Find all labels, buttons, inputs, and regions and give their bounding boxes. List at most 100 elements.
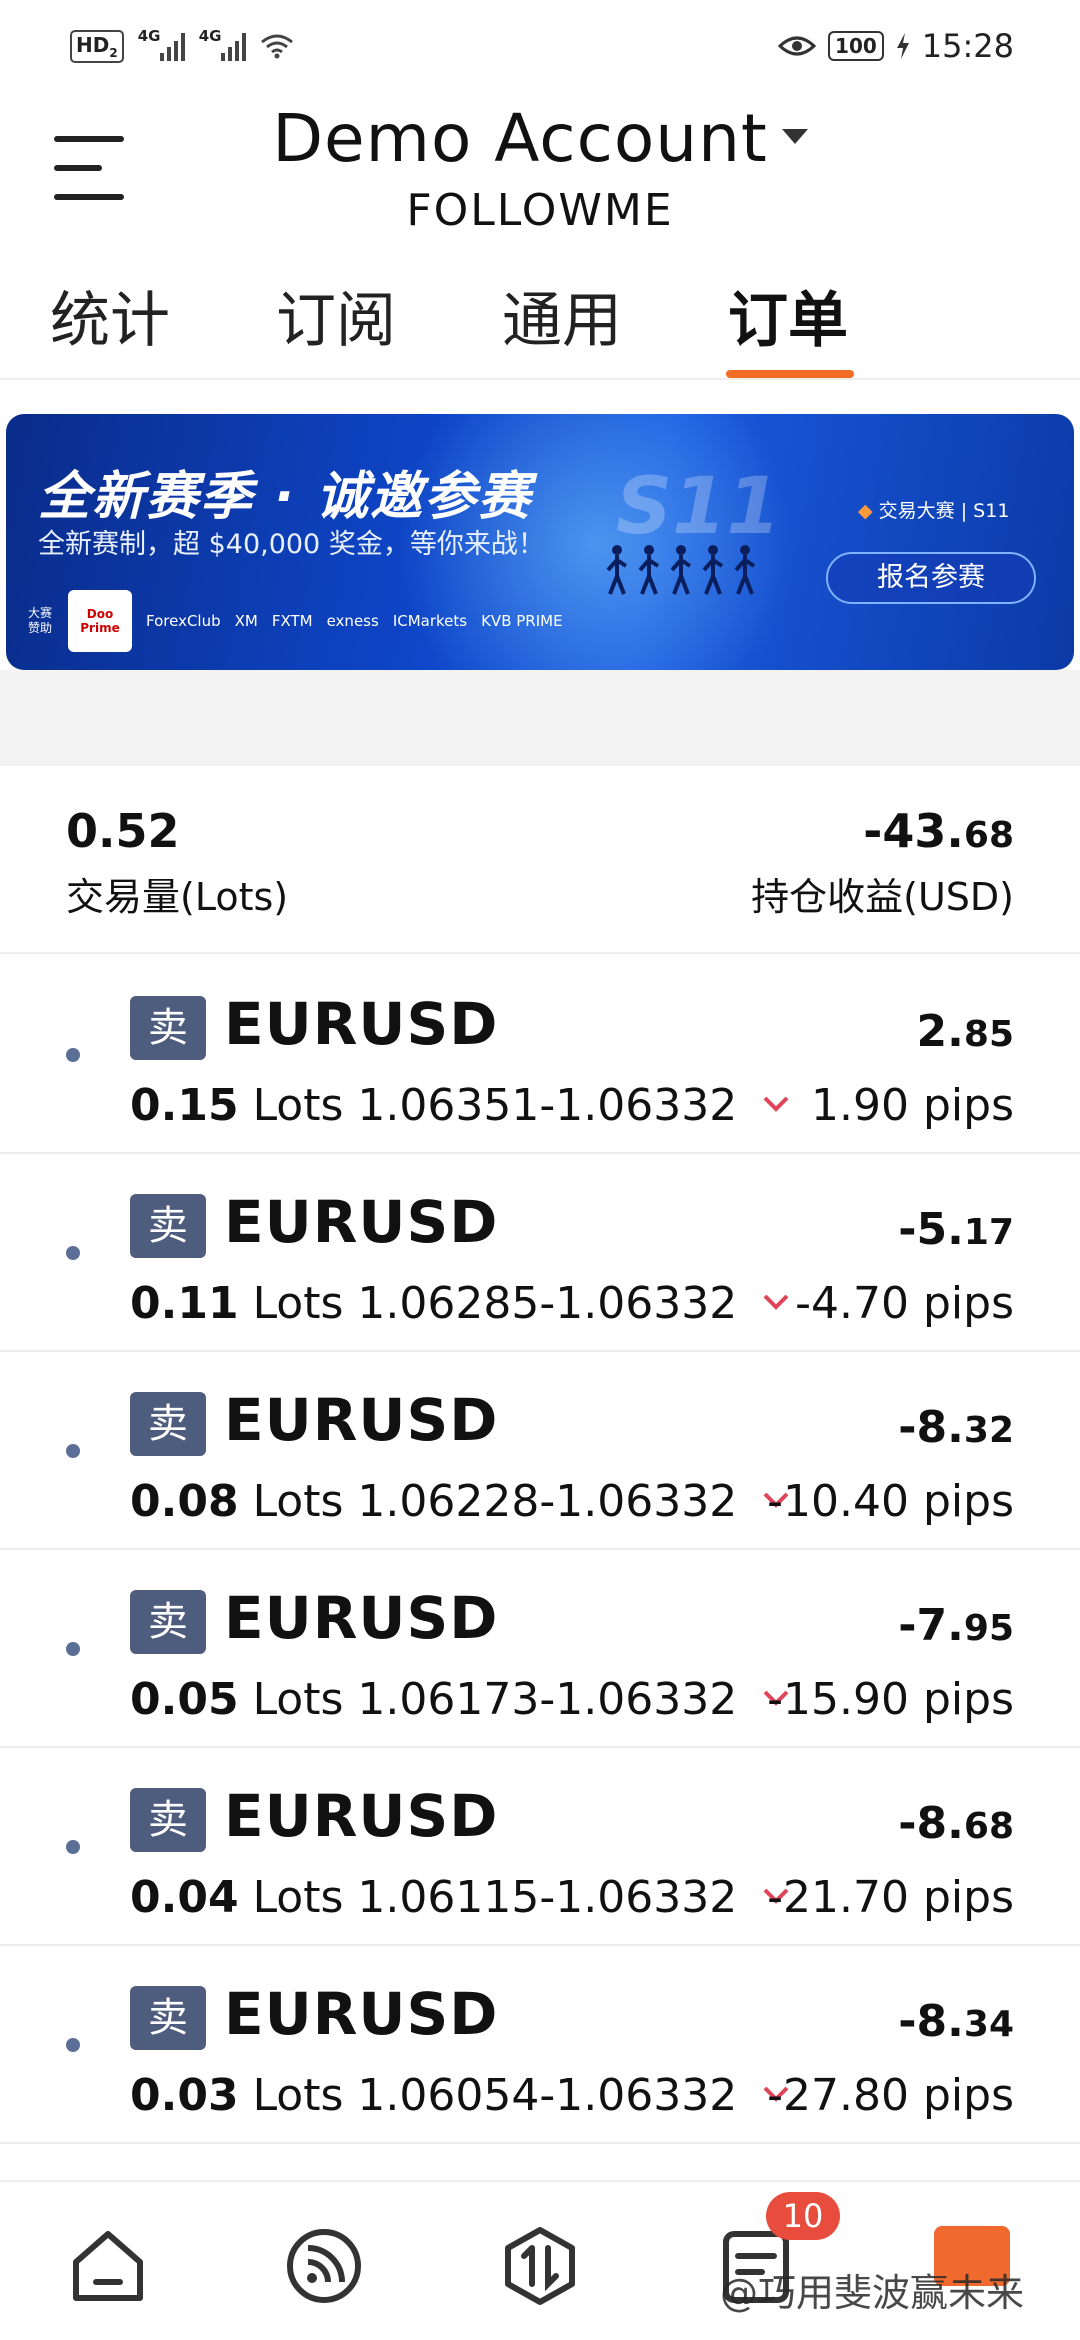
banner-season-mark: S11	[616, 462, 781, 552]
order-prices: 1.06228-1.06332	[357, 1476, 738, 1527]
trade-icon[interactable]	[500, 2226, 580, 2306]
order-pl: -8.68	[898, 1798, 1014, 1849]
order-lots: 0.08	[130, 1476, 239, 1527]
order-pl-int: -8.	[898, 1402, 964, 1453]
tab-statistics[interactable]: 统计	[50, 272, 170, 359]
order-pips: -10.40 pips	[767, 1476, 1014, 1527]
order-detail: 0.03 Lots 1.06054-1.06332	[130, 2070, 737, 2121]
order-list: 卖 EURUSD 2.85 0.15 Lots 1.06351-1.06332 …	[0, 956, 1080, 2144]
order-prices: 1.06351-1.06332	[357, 1080, 738, 1131]
side-badge: 卖	[130, 996, 206, 1060]
order-pl-int: -7.	[898, 1600, 964, 1651]
status-dot	[66, 1048, 80, 1062]
sponsor-logo-icmarkets: ICMarkets	[392, 612, 468, 630]
network-label-2: 4G	[198, 27, 222, 45]
order-pips: -27.80 pips	[767, 2070, 1014, 2121]
order-lots-unit: Lots	[252, 1278, 344, 1329]
account-subtitle: FOLLOWME	[406, 185, 674, 236]
order-pl-int: 2.	[916, 1006, 964, 1057]
position-summary: 0.52 交易量(Lots) -43.68 持仓收益(USD)	[0, 766, 1080, 954]
order-prices: 1.06285-1.06332	[357, 1278, 738, 1329]
order-row[interactable]: 卖 EURUSD -7.95 0.05 Lots 1.06173-1.06332…	[0, 1550, 1080, 1748]
order-lots: 0.05	[130, 1674, 239, 1725]
down-arrow-icon	[763, 1096, 789, 1112]
order-pips: -4.70 pips	[795, 1278, 1014, 1329]
sponsor-logo-kvb-prime: KVB PRIME	[481, 612, 563, 630]
charging-icon	[896, 33, 909, 59]
order-lots: 0.03	[130, 2070, 239, 2121]
order-row[interactable]: 卖 EURUSD -5.17 0.11 Lots 1.06285-1.06332…	[0, 1154, 1080, 1352]
order-symbol: EURUSD	[224, 1188, 499, 1256]
status-dot	[66, 2038, 80, 2052]
order-pl-dec: 17	[963, 1212, 1014, 1253]
order-lots: 0.15	[130, 1080, 239, 1131]
floating-pl-int: -43.	[863, 804, 964, 858]
order-row[interactable]: 卖 EURUSD -8.68 0.04 Lots 1.06115-1.06332…	[0, 1748, 1080, 1946]
side-badge: 卖	[130, 1590, 206, 1654]
status-dot	[66, 1840, 80, 1854]
order-prices: 1.06115-1.06332	[357, 1872, 738, 1923]
order-row[interactable]: 卖 EURUSD -8.32 0.08 Lots 1.06228-1.06332…	[0, 1352, 1080, 1550]
hd-indicator: HD2	[70, 29, 124, 63]
account-switcher[interactable]: Demo Account FOLLOWME	[0, 100, 1080, 236]
banner-brand: ◆ 交易大赛 | S11	[858, 500, 1010, 522]
order-prices: 1.06054-1.06332	[357, 2070, 738, 2121]
order-pl: -8.34	[898, 1996, 1014, 2047]
hd-sub: 2	[109, 45, 118, 60]
floating-pl-value: -43.68	[863, 804, 1014, 858]
banner-brand-season: S11	[973, 500, 1010, 522]
order-detail: 0.05 Lots 1.06173-1.06332	[130, 1674, 737, 1725]
floating-pl-label: 持仓收益(USD)	[751, 875, 1014, 919]
tab-subscribe[interactable]: 订阅	[276, 272, 396, 359]
side-badge: 卖	[130, 1194, 206, 1258]
tab-orders[interactable]: 订单	[728, 272, 848, 359]
hd-label: HD	[76, 32, 110, 57]
order-pl: -8.32	[898, 1402, 1014, 1453]
status-right: 100 15:28	[778, 27, 1014, 65]
signal-icon: 4G	[138, 27, 185, 61]
runners-graphic	[606, 544, 756, 596]
order-pl-int: -5.	[898, 1204, 964, 1255]
side-badge: 卖	[130, 1986, 206, 2050]
order-pips: 1.90 pips	[811, 1080, 1014, 1131]
order-pl-int: -8.	[898, 1996, 964, 2047]
promo-banner[interactable]: S11 全新赛季 · 诚邀参赛 全新赛制，超 $40,000 奖金，等你来战！ …	[6, 414, 1074, 670]
order-lots: 0.04	[130, 1872, 239, 1923]
order-pips: -15.90 pips	[767, 1674, 1014, 1725]
order-pl: -7.95	[898, 1600, 1014, 1651]
floating-pl-dec: 68	[963, 815, 1014, 856]
feed-icon[interactable]	[284, 2226, 364, 2306]
sponsor-logo-xm: XM	[234, 612, 258, 630]
home-icon[interactable]	[68, 2226, 148, 2306]
order-detail: 0.11 Lots 1.06285-1.06332	[130, 1278, 737, 1329]
order-detail: 0.04 Lots 1.06115-1.06332	[130, 1872, 737, 1923]
order-prices: 1.06173-1.06332	[357, 1674, 738, 1725]
tab-general[interactable]: 通用	[502, 272, 622, 359]
banner-brand-label: 交易大赛	[878, 500, 955, 522]
register-contest-button[interactable]: 报名参赛	[826, 552, 1036, 604]
tab-bar: 统计 订阅 通用 订单	[0, 268, 1080, 380]
order-lots-unit: Lots	[252, 1476, 344, 1527]
order-pl-dec: 85	[963, 1014, 1014, 1055]
eye-icon	[778, 36, 817, 56]
caret-down-icon	[781, 129, 808, 144]
down-arrow-icon	[763, 1294, 789, 1310]
order-row[interactable]: 卖 EURUSD 2.85 0.15 Lots 1.06351-1.06332 …	[0, 956, 1080, 1154]
active-tab-indicator	[726, 370, 854, 378]
order-lots-unit: Lots	[252, 2070, 344, 2121]
order-detail: 0.15 Lots 1.06351-1.06332	[130, 1080, 737, 1131]
account-title: Demo Account	[272, 100, 768, 177]
section-divider	[0, 670, 1080, 766]
banner-title: 全新赛季 · 诚邀参赛	[38, 467, 532, 527]
order-lots-unit: Lots	[252, 1872, 344, 1923]
banner-subtitle: 全新赛制，超 $40,000 奖金，等你来战！	[38, 529, 545, 560]
signal-icon: 4G	[199, 27, 246, 61]
side-badge: 卖	[130, 1788, 206, 1852]
order-symbol: EURUSD	[224, 1584, 499, 1652]
sponsor-logo-forexclub: ForexClub	[146, 612, 221, 630]
order-pl-dec: 95	[963, 1608, 1014, 1649]
bottom-nav: 10 @巧用斐波赢未来	[0, 2180, 1080, 2340]
order-pl-int: -8.	[898, 1798, 964, 1849]
order-pl-dec: 68	[963, 1806, 1014, 1847]
order-row[interactable]: 卖 EURUSD -8.34 0.03 Lots 1.06054-1.06332…	[0, 1946, 1080, 2144]
